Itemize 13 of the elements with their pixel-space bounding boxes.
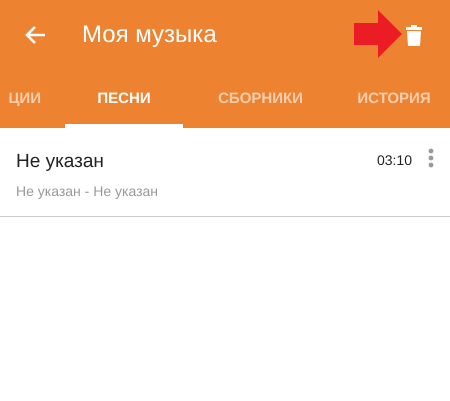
- trash-icon[interactable]: [406, 24, 422, 46]
- screen-title: Моя музыка: [82, 20, 217, 50]
- song-artist-album: Не указан - Не указан: [16, 182, 158, 201]
- song-row[interactable]: Не указан Не указан - Не указан 03:10: [0, 128, 450, 217]
- song-title: Не указан: [16, 150, 105, 174]
- more-options-icon[interactable]: [428, 148, 434, 168]
- tab[interactable]: ЦИИ: [0, 70, 65, 128]
- song-duration: 03:10: [376, 151, 412, 170]
- back-icon[interactable]: [24, 25, 46, 45]
- tab[interactable]: ИСТОРИЯ: [338, 70, 450, 128]
- annotation-arrow: [354, 10, 402, 58]
- tab[interactable]: СБОРНИКИ: [183, 70, 338, 128]
- tab[interactable]: ПЕСНИ: [65, 70, 183, 128]
